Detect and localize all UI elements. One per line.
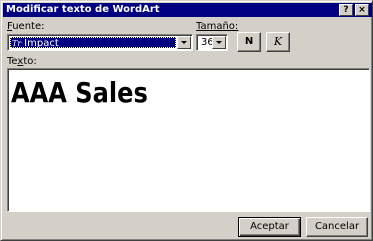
size-label-text: Tamaño: bbox=[196, 21, 239, 32]
size-dropdown-button[interactable] bbox=[212, 36, 226, 49]
italic-icon: K bbox=[273, 35, 283, 48]
font-dropdown-button[interactable] bbox=[177, 36, 191, 49]
size-select[interactable]: 36 bbox=[196, 34, 228, 51]
text-label-pre: Te bbox=[7, 56, 18, 67]
bold-icon: N bbox=[244, 36, 254, 47]
chevron-down-icon bbox=[181, 41, 187, 44]
close-button[interactable]: × bbox=[355, 4, 369, 16]
bold-button[interactable]: N bbox=[237, 32, 261, 52]
wordart-dialog: Modificar texto de WordArt ? × Fuente: T… bbox=[0, 0, 373, 241]
text-label: Texto: bbox=[7, 56, 37, 68]
help-button[interactable]: ? bbox=[339, 4, 353, 16]
text-label-post: to: bbox=[23, 56, 37, 67]
font-select[interactable]: Tr Impact bbox=[7, 34, 193, 51]
font-select-value: Tr Impact bbox=[10, 37, 176, 48]
truetype-icon: Tr bbox=[12, 39, 22, 48]
font-selected-name: Impact bbox=[24, 38, 59, 48]
cancel-button[interactable]: Cancelar bbox=[306, 217, 368, 237]
dialog-title: Modificar texto de WordArt bbox=[6, 4, 160, 15]
font-label-text: uente: bbox=[12, 21, 45, 32]
wordart-text-value: AAA Sales bbox=[11, 76, 148, 109]
title-bar: Modificar texto de WordArt ? × bbox=[3, 3, 372, 17]
wordart-text-input[interactable]: AAA Sales bbox=[7, 68, 370, 212]
chevron-down-icon bbox=[216, 41, 222, 44]
italic-button[interactable]: K bbox=[266, 32, 290, 52]
font-label: Fuente: bbox=[7, 21, 45, 33]
size-label: Tamaño: bbox=[196, 21, 238, 33]
ok-button[interactable]: Aceptar bbox=[238, 217, 301, 237]
